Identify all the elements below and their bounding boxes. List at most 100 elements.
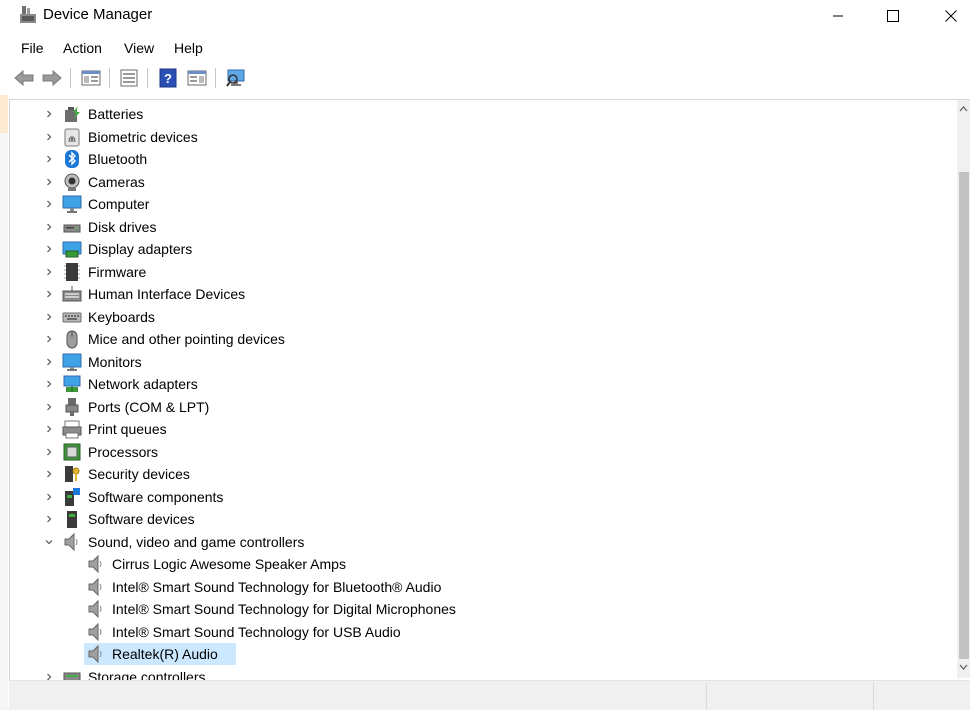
tree-category[interactable]: Software devices	[40, 508, 640, 530]
left-edge-strip	[0, 95, 8, 709]
expand-toggle[interactable]	[44, 193, 54, 215]
chevron-right-icon	[47, 335, 52, 343]
tree-category[interactable]: Print queues	[40, 418, 640, 440]
status-separator	[873, 683, 874, 710]
chevron-right-icon	[47, 290, 52, 298]
expand-toggle[interactable]	[44, 126, 54, 148]
scan-hardware-button[interactable]	[225, 67, 247, 89]
expand-toggle[interactable]	[44, 486, 54, 508]
tree-category[interactable]: Human Interface Devices	[40, 283, 640, 305]
tree-device-item-selected[interactable]: Realtek(R) Audio	[84, 643, 237, 665]
tree-category-label: Disk drives	[88, 218, 157, 235]
tree-device-label: Intel® Smart Sound Technology for USB Au…	[112, 623, 401, 640]
maximize-icon	[887, 10, 899, 22]
chevron-right-icon	[47, 425, 52, 433]
tree-category[interactable]: Processors	[40, 441, 640, 463]
expand-toggle[interactable]	[44, 508, 54, 530]
mouse-icon	[62, 329, 82, 349]
close-button[interactable]	[928, 0, 970, 32]
expand-toggle[interactable]	[44, 238, 54, 260]
tree-category-label: Keyboards	[88, 308, 155, 325]
chevron-right-icon	[47, 313, 52, 320]
expand-toggle[interactable]	[44, 418, 54, 440]
tree-device-item[interactable]: Intel® Smart Sound Technology for Blueto…	[84, 576, 604, 598]
expand-toggle[interactable]	[44, 261, 54, 283]
tree-category[interactable]: Ports (COM & LPT)	[40, 396, 640, 418]
tree-category[interactable]: Display adapters	[40, 238, 640, 260]
software-component-icon	[62, 487, 82, 507]
expand-toggle[interactable]	[44, 216, 54, 238]
expand-toggle[interactable]	[44, 103, 54, 125]
expand-toggle[interactable]	[44, 373, 54, 395]
tree-category[interactable]: Computer	[40, 193, 640, 215]
chevron-right-icon	[47, 403, 52, 410]
vertical-scrollbar[interactable]	[957, 100, 970, 678]
tree-category[interactable]: Security devices	[40, 463, 640, 485]
toolbar-separator	[70, 68, 71, 88]
bluetooth-icon	[62, 149, 82, 169]
tree-category[interactable]: Firmware	[40, 261, 640, 283]
expand-toggle[interactable]	[44, 441, 54, 463]
scrollbar-thumb[interactable]	[959, 172, 969, 659]
battery-icon	[62, 104, 82, 124]
speaker-icon	[86, 577, 106, 597]
expand-toggle[interactable]	[44, 171, 54, 193]
expand-toggle[interactable]	[44, 463, 54, 485]
device-tree[interactable]: Batteries Biometric devices Bluetooth Camer…	[9, 99, 970, 680]
menu-view[interactable]: View	[124, 40, 154, 56]
tree-category[interactable]: Sound, video and game controllers	[40, 531, 640, 553]
tree-category[interactable]: Monitors	[40, 351, 640, 373]
forward-button[interactable]	[41, 67, 63, 89]
printer-icon	[62, 419, 82, 439]
show-hide-console-tree-button[interactable]	[80, 67, 102, 89]
menu-file[interactable]: File	[21, 40, 44, 56]
tree-category[interactable]: Cameras	[40, 171, 640, 193]
tree-category[interactable]: Software components	[40, 486, 640, 508]
speaker-icon	[86, 644, 106, 664]
help-button[interactable]: ?	[157, 67, 179, 89]
tree-device-label: Realtek(R) Audio	[112, 646, 218, 662]
close-icon	[945, 10, 957, 22]
toolbar-separator	[109, 68, 110, 88]
maximize-button[interactable]	[870, 0, 916, 32]
action-pane-button[interactable]	[186, 67, 208, 89]
back-button[interactable]	[13, 67, 35, 89]
chevron-right-icon	[47, 110, 52, 118]
chevron-right-icon	[47, 200, 52, 208]
chevron-down-icon	[45, 539, 53, 544]
menu-help[interactable]: Help	[174, 40, 203, 56]
expand-toggle[interactable]	[44, 351, 54, 373]
tree-category-label: Software components	[88, 488, 224, 505]
tree-category[interactable]: Keyboards	[40, 306, 640, 328]
expand-toggle[interactable]	[44, 328, 54, 350]
expand-toggle[interactable]	[44, 666, 54, 681]
menu-action[interactable]: Action	[63, 40, 102, 56]
toolbar-separator	[147, 68, 148, 88]
toolbar-separator	[215, 68, 216, 88]
minimize-button[interactable]	[815, 0, 861, 32]
tree-category[interactable]: Disk drives	[40, 216, 640, 238]
tree-device-item[interactable]: Intel® Smart Sound Technology for USB Au…	[84, 621, 604, 643]
expand-toggle[interactable]	[44, 283, 54, 305]
title-bar[interactable]: Device Manager	[0, 0, 970, 32]
expand-toggle[interactable]	[44, 148, 54, 170]
expand-toggle[interactable]	[44, 396, 54, 418]
tree-category[interactable]: Storage controllers	[40, 666, 640, 681]
tree-device-item[interactable]: Intel® Smart Sound Technology for Digita…	[84, 598, 604, 620]
speaker-icon	[62, 532, 82, 552]
tree-category[interactable]: Mice and other pointing devices	[40, 328, 640, 350]
tree-category-label: Processors	[88, 443, 159, 460]
collapse-toggle[interactable]	[44, 531, 54, 553]
tree-category[interactable]: Batteries	[40, 103, 640, 125]
scroll-down-icon	[959, 664, 968, 670]
properties-button[interactable]	[118, 67, 140, 89]
chevron-right-icon	[47, 448, 52, 455]
tree-category[interactable]: Network adapters	[40, 373, 640, 395]
expand-toggle[interactable]	[44, 306, 54, 328]
chevron-right-icon	[47, 470, 52, 478]
tree-category-label: Cameras	[88, 173, 145, 190]
tree-device-item[interactable]: Cirrus Logic Awesome Speaker Amps	[84, 553, 604, 575]
forward-arrow-icon	[42, 69, 62, 87]
tree-category[interactable]: Biometric devices	[40, 126, 640, 148]
tree-category[interactable]: Bluetooth	[40, 148, 640, 170]
